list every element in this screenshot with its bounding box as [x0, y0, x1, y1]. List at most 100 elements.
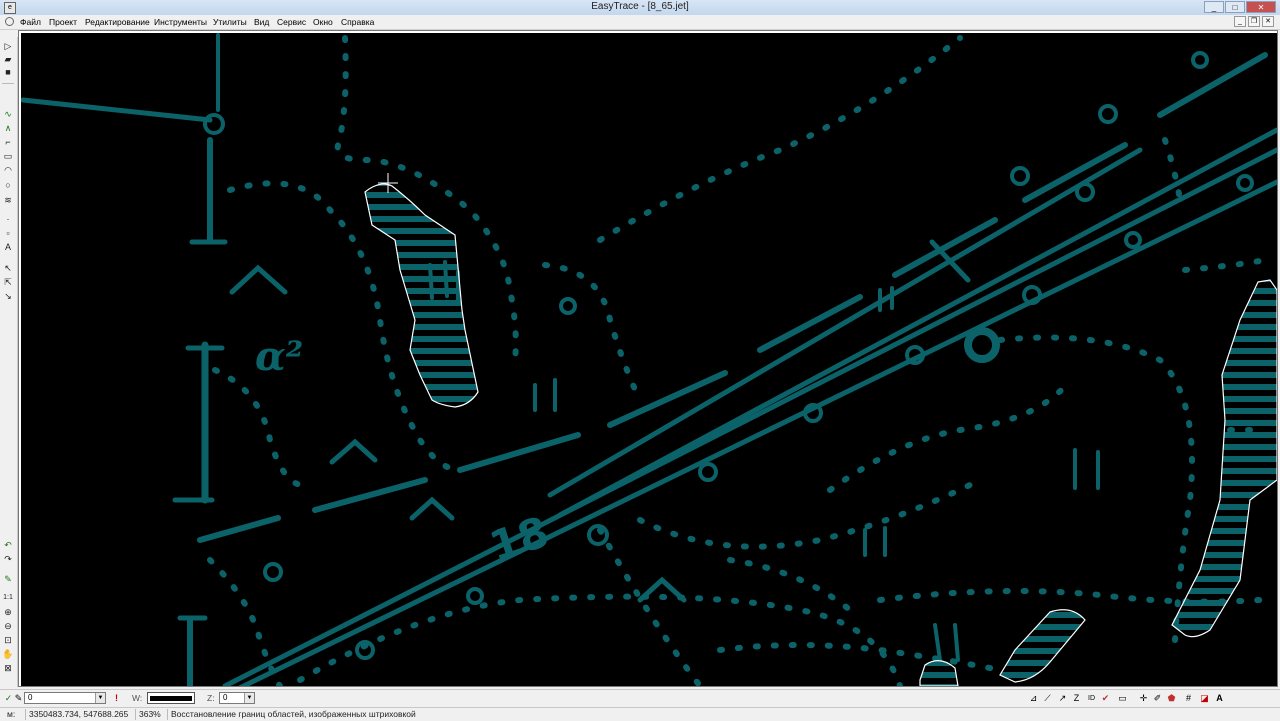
map-canvas[interactable]: α² 18 [20, 33, 1280, 703]
polyline-alt-icon[interactable]: ∧ [2, 123, 14, 134]
snap-line-icon[interactable]: ⟋ [1042, 693, 1053, 704]
title-bar: e EasyTrace - [8_65.jet] _ □ ✕ [0, 0, 1280, 16]
hatched-areas [364, 183, 1278, 687]
edit-red-icon[interactable]: ◪ [1199, 693, 1210, 704]
map-feature [1182, 257, 1268, 273]
map-feature [263, 562, 283, 582]
open-file-icon[interactable]: ▰ [2, 54, 14, 65]
map-feature [212, 367, 303, 488]
map-feature [597, 527, 703, 689]
check-icon[interactable]: ✔ [1100, 693, 1111, 704]
pointer-icon[interactable]: ↖ [2, 263, 14, 274]
map-feature [557, 127, 1280, 518]
raster-map: α² 18 [20, 33, 1280, 703]
status-bar: м: 3350483.734, 547688.265 363% Восстано… [0, 707, 1280, 721]
map-feature [1010, 166, 1030, 186]
snap-end-icon[interactable]: ↗ [1057, 693, 1068, 704]
arc-icon[interactable]: ◠ [2, 165, 14, 176]
map-feature [1191, 51, 1209, 69]
doc-restore-button[interactable]: ❐ [1248, 16, 1260, 27]
doc-close-button[interactable]: ✕ [1262, 16, 1274, 27]
snap-id-icon[interactable]: ID [1086, 693, 1097, 704]
maximize-button[interactable]: □ [1225, 1, 1245, 13]
polyline-icon[interactable]: ∿ [2, 109, 14, 120]
chevron-down-icon[interactable]: ▼ [95, 693, 105, 703]
magic-pen-icon[interactable]: ✐ [1152, 693, 1163, 704]
window-controls: _ □ ✕ [1204, 1, 1276, 13]
width-label: W: [132, 693, 143, 703]
zoom-out-icon[interactable]: ⊖ [2, 621, 14, 632]
line-color-picker[interactable] [147, 692, 195, 704]
map-feature [229, 264, 288, 295]
point-icon[interactable]: · [2, 214, 14, 225]
grid-icon[interactable]: # [1183, 693, 1194, 704]
map-feature [1157, 52, 1268, 118]
snap-node-icon[interactable]: ⊿ [1028, 693, 1039, 704]
minimize-button[interactable]: _ [1204, 1, 1224, 13]
text-tool-icon[interactable]: A [2, 242, 14, 253]
map-feature [1171, 279, 1278, 638]
units-label: м: [7, 709, 16, 719]
map-feature [919, 660, 959, 687]
chevron-down-icon[interactable]: ▼ [244, 693, 254, 703]
z-select[interactable]: 0 ▼ [219, 692, 255, 704]
menu-help[interactable]: Справка [341, 17, 374, 27]
snap-z-icon[interactable]: Z [1071, 693, 1082, 704]
menu-service[interactable]: Сервис [277, 17, 306, 27]
square-point-icon[interactable]: ▫ [2, 228, 14, 239]
layer-select[interactable]: 0 ▼ [24, 692, 106, 704]
menu-project[interactable]: Проект [49, 17, 77, 27]
rectangle-icon[interactable]: ▭ [2, 151, 14, 162]
window-title: EasyTrace - [8_65.jet] [591, 1, 689, 12]
map-feature [364, 183, 479, 408]
undo-icon[interactable]: ↶ [2, 540, 14, 551]
left-toolbar: ▷ ▰ ■ ∿ ∧ ⌐ ▭ ◠ ○ ≋ · ▫ A ↖ ⇱ ↘ ↶ ↷ ✎ 1:… [0, 37, 18, 687]
map-feature [1073, 448, 1100, 490]
menu-tools[interactable]: Инструменты [154, 17, 207, 27]
map-feature [863, 526, 887, 557]
hatch-icon[interactable]: ≋ [2, 195, 14, 206]
pan-icon[interactable]: ✋ [2, 649, 14, 660]
map-feature [457, 432, 581, 473]
menu-edit[interactable]: Редактирование [85, 17, 150, 27]
redo-icon[interactable]: ↷ [2, 554, 14, 565]
map-feature [698, 462, 718, 482]
menu-file[interactable]: Файл [20, 17, 41, 27]
circle-icon[interactable]: ○ [2, 180, 14, 191]
node-select-icon[interactable]: ↘ [2, 291, 14, 302]
toolbar-separator [2, 83, 14, 84]
menu-utilities[interactable]: Утилиты [213, 17, 247, 27]
close-button[interactable]: ✕ [1246, 1, 1276, 13]
zoom-in-icon[interactable]: ⊕ [2, 607, 14, 618]
menu-window[interactable]: Окно [313, 17, 333, 27]
z-label: Z: [207, 693, 215, 703]
menu-view[interactable]: Вид [254, 17, 269, 27]
step-line-icon[interactable]: ⌐ [2, 137, 14, 148]
layer-edit-icon[interactable]: ✎ [13, 693, 24, 704]
alert-icon[interactable]: ! [111, 693, 122, 704]
map-feature [20, 97, 213, 123]
zoom-fit-icon[interactable]: ⊠ [2, 663, 14, 674]
scale-1-1-icon[interactable]: 1:1 [2, 592, 14, 603]
document-window-controls: _ ❐ ✕ [1234, 16, 1274, 27]
shape-icon[interactable]: ⬟ [1166, 693, 1177, 704]
frame-icon[interactable]: ▭ [1117, 693, 1128, 704]
map-feature [827, 377, 1073, 493]
text-icon[interactable]: A [1214, 693, 1225, 704]
doc-minimize-button[interactable]: _ [1234, 16, 1246, 27]
line-color-swatch [150, 696, 192, 701]
map-feature [533, 378, 557, 412]
multi-select-icon[interactable]: ⇱ [2, 277, 14, 288]
map-feature [1236, 174, 1254, 192]
map-feature [964, 327, 1000, 363]
pen-icon[interactable]: ✎ [2, 574, 14, 585]
map-feature [999, 609, 1086, 683]
map-feature [597, 35, 963, 243]
save-icon[interactable]: ■ [2, 67, 14, 78]
zoom-window-icon[interactable]: ⊡ [2, 635, 14, 646]
map-feature [1075, 182, 1095, 202]
zoom-level: 363% [135, 709, 167, 720]
vertex-icon[interactable]: ✛ [1138, 693, 1149, 704]
document-menu-icon[interactable] [5, 17, 14, 26]
new-file-icon[interactable]: ▷ [2, 41, 14, 52]
